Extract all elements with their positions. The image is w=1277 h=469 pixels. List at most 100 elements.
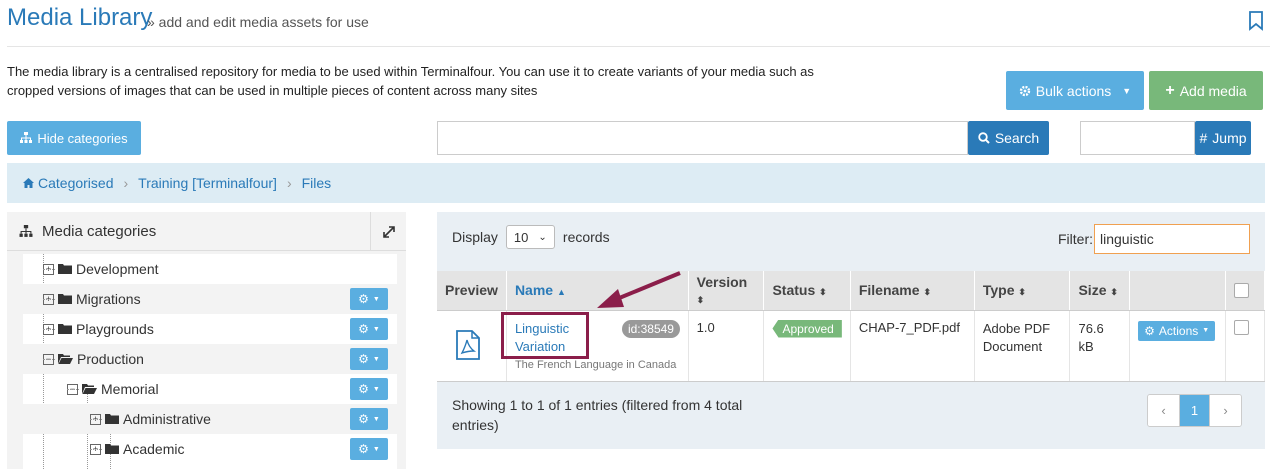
version-cell: 1.0 <box>688 310 765 382</box>
tree-item-administrative[interactable]: + Administrative ⚙ ▼ <box>23 404 397 434</box>
showing-entries-text: Showing 1 to 1 of 1 entries (filtered fr… <box>452 397 743 433</box>
page-title: Media Library <box>7 4 153 31</box>
tree-item-migrations[interactable]: + Migrations ⚙ ▼ <box>23 284 397 314</box>
bulk-actions-button[interactable]: Bulk actions ▼ <box>1006 71 1144 110</box>
column-header-status[interactable]: Status ⬍ <box>763 271 851 311</box>
sort-asc-icon: ▲ <box>556 287 566 298</box>
folder-icon <box>105 441 119 457</box>
media-categories-panel: Media categories + Development + Migrati… <box>7 212 406 469</box>
status-cell: Approved <box>763 310 851 382</box>
caret-down-icon: ▼ <box>372 355 380 363</box>
home-icon <box>23 175 34 191</box>
table-header-row: Preview Name ▲ Version ⬍ Status ⬍ Filena… <box>437 271 1265 311</box>
search-button[interactable]: Search <box>968 121 1049 155</box>
category-gear-button[interactable]: ⚙ ▼ <box>350 348 388 370</box>
breadcrumb-item-files[interactable]: Files <box>302 175 332 191</box>
jump-input[interactable] <box>1080 121 1195 155</box>
search-input[interactable] <box>437 121 968 155</box>
column-header-size[interactable]: Size ⬍ <box>1069 271 1131 311</box>
gear-icon: ⚙ <box>358 382 369 396</box>
category-gear-button[interactable]: ⚙ ▼ <box>350 378 388 400</box>
pagination-page-button[interactable]: 1 <box>1179 395 1210 426</box>
filename-cell: CHAP-7_PDF.pdf <box>850 310 975 382</box>
tree-item-production[interactable]: − Production ⚙ ▼ <box>23 344 397 374</box>
folder-open-icon <box>82 381 97 397</box>
breadcrumb-item-categorised[interactable]: Categorised <box>38 175 114 191</box>
divider <box>7 46 1270 47</box>
gear-icon: ⚙ <box>358 442 369 456</box>
column-header-select <box>1225 271 1265 311</box>
add-media-button[interactable]: + Add media <box>1149 71 1263 110</box>
sort-icon: ⬍ <box>819 287 827 298</box>
column-header-type[interactable]: Type ⬍ <box>974 271 1071 311</box>
category-gear-button[interactable]: ⚙ ▼ <box>350 318 388 340</box>
filter-input[interactable]: linguistic <box>1094 224 1250 254</box>
media-categories-title: Media categories <box>42 222 157 240</box>
tree-item-label: Administrative <box>123 411 211 427</box>
search-label: Search <box>994 130 1040 146</box>
display-control: Display 10 ⌄ records <box>452 225 610 249</box>
expand-icon[interactable] <box>370 212 406 251</box>
column-header-name[interactable]: Name ▲ <box>506 271 689 311</box>
actions-cell: ⚙ Actions ▼ <box>1129 310 1227 382</box>
media-categories-header: Media categories <box>7 212 406 251</box>
folder-open-icon <box>58 351 73 367</box>
add-media-label: Add media <box>1179 82 1247 99</box>
records-per-page-value: 10 <box>513 229 529 245</box>
folder-icon <box>105 411 119 427</box>
folder-icon <box>58 261 72 277</box>
search-icon <box>978 132 990 144</box>
preview-cell <box>437 310 507 382</box>
caret-down-icon: ▼ <box>372 445 380 453</box>
tree-item-academic[interactable]: + Academic ⚙ ▼ <box>23 434 397 464</box>
column-header-preview: Preview <box>437 271 507 311</box>
caret-down-icon: ▼ <box>1122 85 1132 96</box>
tree-item-playgrounds[interactable]: + Playgrounds ⚙ ▼ <box>23 314 397 344</box>
caret-down-icon: ▼ <box>1202 327 1210 334</box>
media-description: The French Language in Canada <box>514 358 677 371</box>
folder-icon <box>58 321 72 337</box>
hide-categories-button[interactable]: Hide categories <box>7 121 141 155</box>
gear-icon: ⚙ <box>358 292 369 306</box>
row-select-checkbox[interactable] <box>1234 319 1250 335</box>
column-header-filename[interactable]: Filename ⬍ <box>850 271 975 311</box>
actions-label: Actions <box>1158 323 1199 338</box>
breadcrumb-separator: › <box>123 175 129 191</box>
gear-icon: ⚙ <box>1144 323 1155 338</box>
sort-icon: ⬍ <box>1110 287 1118 298</box>
tree-item-label: Production <box>77 351 144 367</box>
caret-down-icon: ▼ <box>372 295 380 303</box>
pagination: ‹ 1 › <box>1147 394 1242 427</box>
plus-icon: + <box>1165 81 1175 99</box>
gear-icon: ⚙ <box>358 412 369 426</box>
gear-icon <box>1019 85 1030 96</box>
type-cell: Adobe PDF Document <box>974 310 1071 382</box>
jump-label: Jump <box>1212 130 1247 146</box>
tree-item-development[interactable]: + Development <box>23 254 397 284</box>
category-tree: + Development + Migrations ⚙ ▼ + Playgrou… <box>23 254 397 469</box>
tree-item-label: Academic <box>123 441 185 457</box>
breadcrumb-separator: › <box>286 175 292 191</box>
pagination-prev-button[interactable]: ‹ <box>1148 395 1179 426</box>
category-gear-button[interactable]: ⚙ ▼ <box>350 408 388 430</box>
bookmark-icon[interactable] <box>1248 11 1264 31</box>
category-gear-button[interactable]: ⚙ ▼ <box>350 288 388 310</box>
status-badge: Approved <box>772 319 842 338</box>
chevron-down-icon: ⌄ <box>538 231 547 243</box>
pagination-next-button[interactable]: › <box>1210 395 1241 426</box>
tree-item-memorial[interactable]: − Memorial ⚙ ▼ <box>23 374 397 404</box>
breadcrumb-item-training[interactable]: Training [Terminalfour] <box>138 175 277 191</box>
gear-icon: ⚙ <box>358 352 369 366</box>
pdf-file-icon[interactable] <box>455 329 481 360</box>
records-label: records <box>562 229 610 245</box>
select-all-checkbox[interactable] <box>1234 282 1250 298</box>
sitemap-icon <box>20 132 33 143</box>
category-gear-button[interactable]: ⚙ ▼ <box>350 438 388 460</box>
actions-button[interactable]: ⚙ Actions ▼ <box>1138 320 1216 341</box>
display-label: Display <box>452 229 498 245</box>
folder-icon <box>58 291 72 307</box>
column-header-version[interactable]: Version ⬍ <box>688 271 765 311</box>
sort-icon: ⬍ <box>923 287 931 298</box>
records-per-page-select[interactable]: 10 ⌄ <box>505 225 555 249</box>
jump-button[interactable]: # Jump <box>1195 121 1251 155</box>
